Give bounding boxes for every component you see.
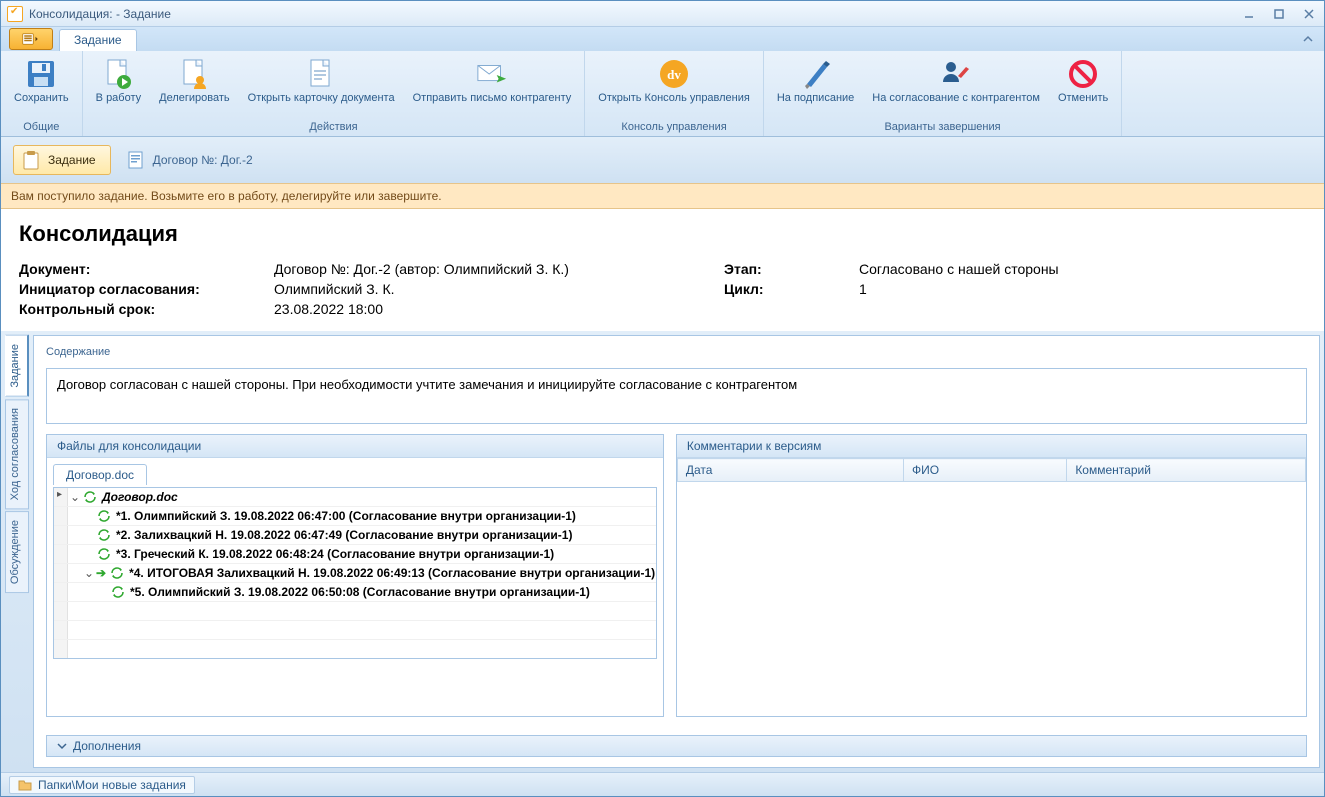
col-fio[interactable]: ФИО <box>904 459 1067 482</box>
doc-label: Документ: <box>19 261 274 277</box>
ribbon-tab-strip: Задание <box>1 27 1324 51</box>
close-button[interactable] <box>1300 5 1318 23</box>
side-tab-discuss[interactable]: Обсуждение <box>5 511 29 593</box>
maximize-button[interactable] <box>1270 5 1288 23</box>
refresh-icon <box>96 547 112 561</box>
ribbon-group-complete: Варианты завершения <box>768 119 1117 136</box>
refresh-icon <box>82 490 98 504</box>
files-tree[interactable]: ⌄ Договор.doc *1. Олимпийский З. 19.08.2… <box>53 487 657 659</box>
window-title: Консолидация: - Задание <box>29 7 1240 21</box>
tree-row-v5: *5. Олимпийский З. 19.08.2022 06:50:08 (… <box>54 583 656 602</box>
task-pill[interactable]: Задание <box>13 145 111 175</box>
open-card-button[interactable]: Открыть карточку документа <box>239 53 404 119</box>
files-panel-title: Файлы для консолидации <box>47 435 663 458</box>
accordion-additions[interactable]: Дополнения <box>46 735 1307 757</box>
ribbon-group-console: Консоль управления <box>589 119 759 136</box>
initiator-value: Олимпийский З. К. <box>274 281 724 297</box>
save-button[interactable]: Сохранить <box>5 53 78 119</box>
statusbar: Папки\Мои новые задания <box>1 772 1324 796</box>
document-icon <box>305 58 337 90</box>
user-pen-icon <box>940 58 972 90</box>
pen-icon <box>800 58 832 90</box>
task-header: Консолидация Документ: Договор №: Дог.-2… <box>1 209 1324 331</box>
envelope-send-icon <box>476 58 508 90</box>
document-user-icon <box>178 58 210 90</box>
folder-icon <box>18 779 32 791</box>
floppy-icon <box>25 58 57 90</box>
cycle-label: Цикл: <box>724 281 859 297</box>
titlebar: Консолидация: - Задание <box>1 1 1324 27</box>
dv-circle-icon: dv <box>658 58 690 90</box>
notice-bar: Вам поступило задание. Возьмите его в ра… <box>1 183 1324 209</box>
document-link[interactable]: Договор №: Дог.-2 <box>127 150 253 170</box>
status-path[interactable]: Папки\Мои новые задания <box>9 776 195 794</box>
nav-row: Задание Договор №: Дог.-2 <box>1 137 1324 183</box>
col-date[interactable]: Дата <box>677 459 903 482</box>
send-mail-button[interactable]: Отправить письмо контрагенту <box>404 53 581 119</box>
app-menu-button[interactable] <box>9 28 53 50</box>
arrow-right-icon: ➔ <box>96 566 106 580</box>
comments-panel-title: Комментарии к версиям <box>677 435 1306 458</box>
tree-row-v3: *3. Греческий К. 19.08.2022 06:48:24 (Со… <box>54 545 656 564</box>
ribbon-group-general: Общие <box>5 119 78 136</box>
refresh-icon <box>109 566 125 580</box>
tree-row-v1: *1. Олимпийский З. 19.08.2022 06:47:00 (… <box>54 507 656 526</box>
no-entry-icon <box>1067 58 1099 90</box>
initiator-label: Инициатор согласования: <box>19 281 274 297</box>
refresh-icon <box>96 509 112 523</box>
to-approve-button[interactable]: На согласование с контрагентом <box>863 53 1049 119</box>
tree-row-root: ⌄ Договор.doc <box>54 488 656 507</box>
tree-row-v4: ⌄ ➔ *4. ИТОГОВАЯ Залихвацкий Н. 19.08.20… <box>54 564 656 583</box>
cycle-value: 1 <box>859 281 1306 297</box>
expand-toggle[interactable]: ⌄ <box>82 566 96 580</box>
ribbon-tab-task[interactable]: Задание <box>59 29 137 51</box>
expand-toggle[interactable]: ⌄ <box>68 490 82 504</box>
to-sign-button[interactable]: На подписание <box>768 53 863 119</box>
main-panel: Содержание Договор согласован с нашей ст… <box>33 335 1320 768</box>
side-tab-progress[interactable]: Ход согласования <box>5 399 29 509</box>
open-console-button[interactable]: dv Открыть Консоль управления <box>589 53 759 119</box>
deadline-label: Контрольный срок: <box>19 301 274 317</box>
refresh-icon <box>96 528 112 542</box>
content-label: Содержание <box>46 346 1307 358</box>
app-icon <box>7 6 23 22</box>
cancel-button[interactable]: Отменить <box>1049 53 1117 119</box>
refresh-icon <box>110 585 126 599</box>
ribbon: Сохранить Общие В работу Делегировать От… <box>1 51 1324 137</box>
col-comment[interactable]: Комментарий <box>1067 459 1306 482</box>
clipboard-icon <box>22 150 40 170</box>
document-play-icon <box>102 58 134 90</box>
stage-value: Согласовано с нашей стороны <box>859 261 1306 277</box>
delegate-button[interactable]: Делегировать <box>150 53 239 119</box>
comments-table[interactable]: Дата ФИО Комментарий <box>677 458 1306 482</box>
document-link-icon <box>127 150 145 170</box>
chevron-down-icon <box>57 741 67 751</box>
deadline-value: 23.08.2022 18:00 <box>274 301 724 317</box>
content-text: Договор согласован с нашей стороны. При … <box>46 368 1307 424</box>
side-tabs: Задание Ход согласования Обсуждение <box>5 335 29 768</box>
to-work-button[interactable]: В работу <box>87 53 150 119</box>
ribbon-collapse-button[interactable] <box>1300 31 1316 47</box>
side-tab-task[interactable]: Задание <box>5 335 29 397</box>
ribbon-group-actions: Действия <box>87 119 581 136</box>
tree-row-v2: *2. Залихвацкий Н. 19.08.2022 06:47:49 (… <box>54 526 656 545</box>
stage-label: Этап: <box>724 261 859 277</box>
doc-value: Договор №: Дог.-2 (автор: Олимпийский З.… <box>274 261 724 277</box>
minimize-button[interactable] <box>1240 5 1258 23</box>
file-tab[interactable]: Договор.doc <box>53 464 147 485</box>
svg-text:dv: dv <box>667 67 681 82</box>
page-title: Консолидация <box>19 221 1306 247</box>
